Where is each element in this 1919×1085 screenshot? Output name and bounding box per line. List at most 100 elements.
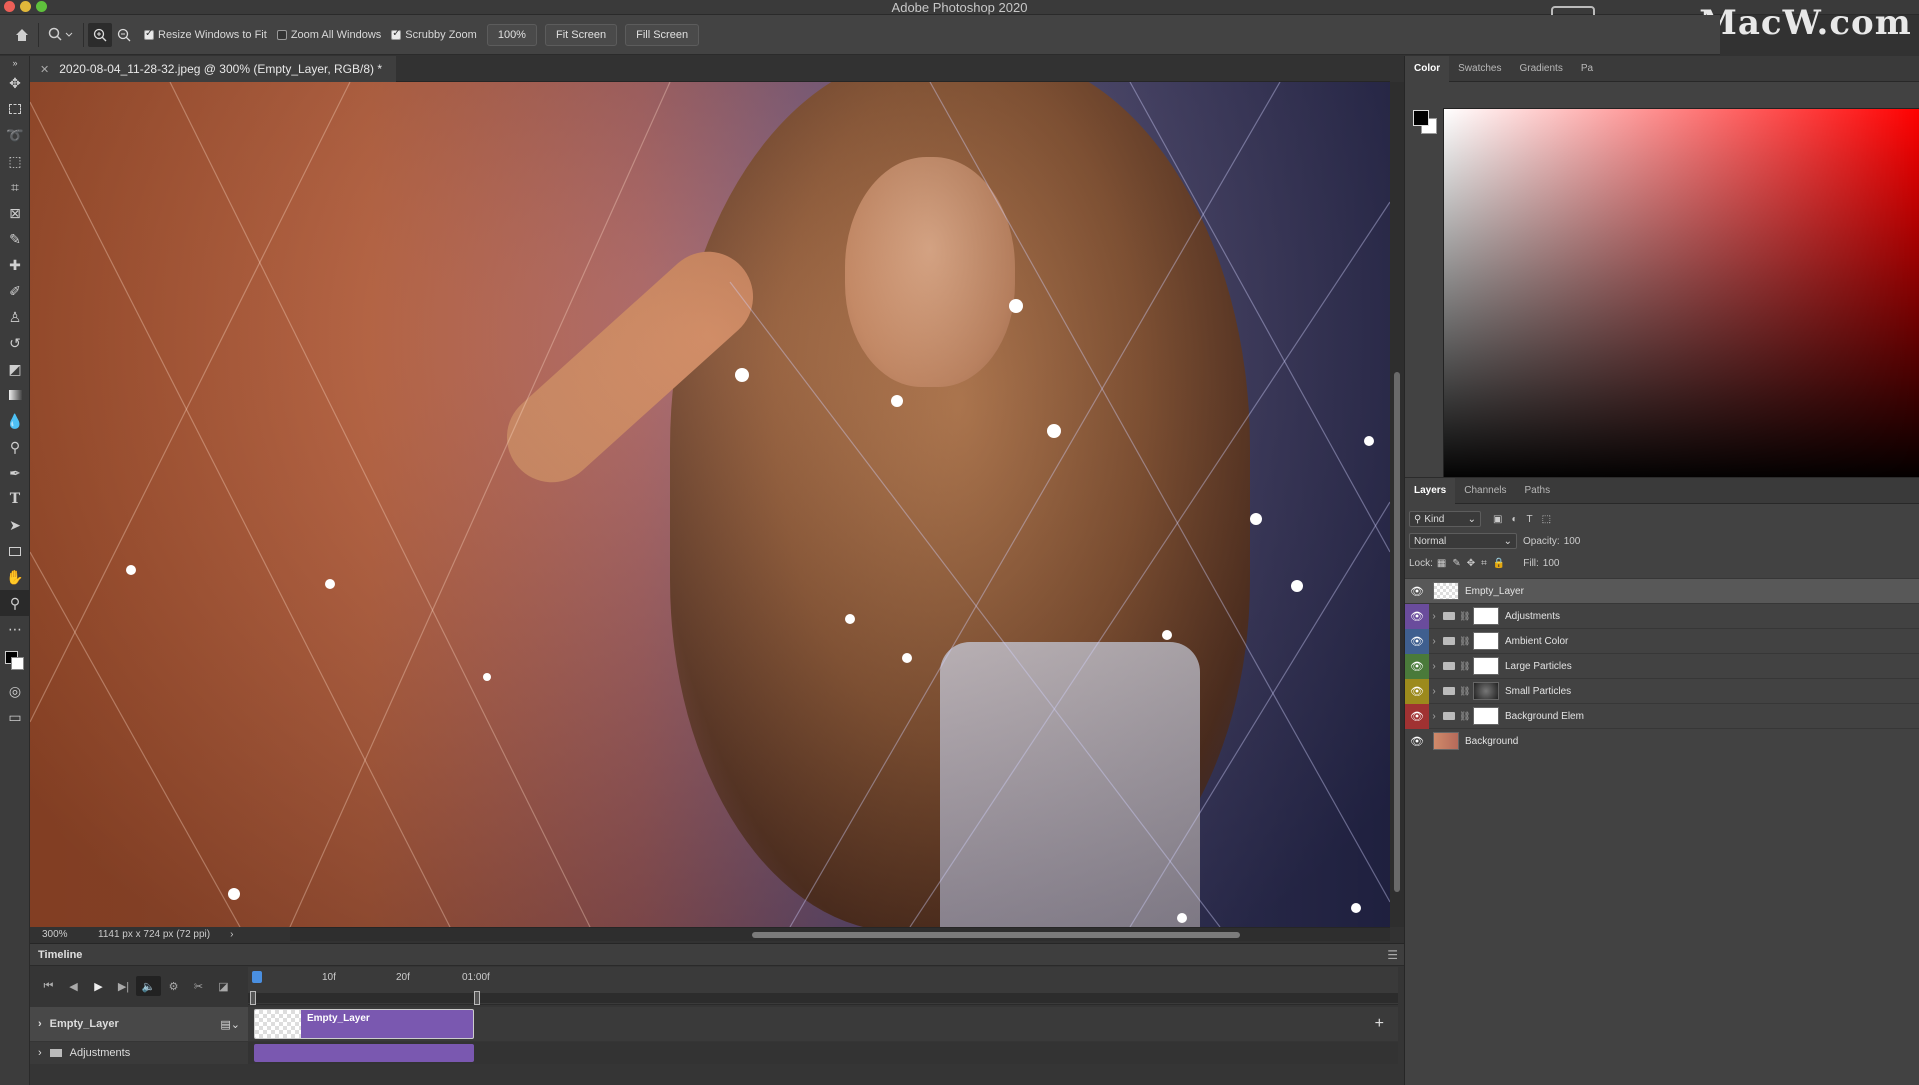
eraser-tool-icon[interactable]: ◩: [0, 356, 30, 382]
scrollbar-thumb[interactable]: [752, 932, 1240, 938]
visibility-eye-icon[interactable]: 👁: [1405, 729, 1429, 754]
lasso-tool-icon[interactable]: ➰: [0, 122, 30, 148]
expand-chevron-icon[interactable]: ›: [38, 1047, 42, 1059]
panel-collapse-icon[interactable]: »: [0, 56, 30, 70]
quick-mask-icon[interactable]: ◎: [0, 678, 30, 704]
dodge-tool-icon[interactable]: ⚲: [0, 434, 30, 460]
expand-chevron-icon[interactable]: ›: [1429, 636, 1439, 647]
home-icon[interactable]: [10, 23, 34, 47]
document-tab[interactable]: ✕ 2020-08-04_11-28-32.jpeg @ 300% (Empty…: [30, 56, 397, 82]
expand-chevron-icon[interactable]: ›: [1429, 686, 1439, 697]
fit-screen-button[interactable]: Fit Screen: [544, 23, 618, 46]
visibility-eye-icon[interactable]: 👁: [1405, 703, 1429, 729]
lock-position-icon[interactable]: ✥: [1467, 558, 1475, 569]
previous-frame-icon[interactable]: ◀: [61, 976, 86, 996]
lock-all-icon[interactable]: 🔒: [1493, 558, 1505, 569]
split-scissors-icon[interactable]: ✂: [186, 976, 211, 996]
tab-layers[interactable]: Layers: [1405, 477, 1456, 504]
add-media-icon[interactable]: +: [1375, 1015, 1384, 1033]
status-menu-arrow-icon[interactable]: ›: [230, 929, 233, 940]
work-area-start-handle[interactable]: [250, 991, 256, 1005]
transition-icon[interactable]: ◪: [211, 976, 236, 996]
tab-color[interactable]: Color: [1405, 55, 1450, 82]
document-canvas[interactable]: [30, 82, 1390, 927]
link-icon[interactable]: ⛓: [1459, 711, 1470, 722]
eyedropper-tool-icon[interactable]: ✎: [0, 226, 30, 252]
crop-tool-icon[interactable]: ⌗: [0, 174, 30, 200]
tab-swatches[interactable]: Swatches: [1449, 56, 1510, 82]
tab-patterns[interactable]: Pa: [1572, 56, 1602, 82]
audio-icon[interactable]: 🔈: [136, 976, 161, 996]
layer-row-adjustments[interactable]: 👁 › ⛓ Adjustments: [1405, 603, 1919, 629]
link-icon[interactable]: ⛓: [1459, 686, 1470, 697]
filter-pixel-icon[interactable]: ▣: [1493, 514, 1502, 525]
expand-chevron-icon[interactable]: ›: [1429, 661, 1439, 672]
brush-tool-icon[interactable]: ✐: [0, 278, 30, 304]
history-brush-tool-icon[interactable]: ↺: [0, 330, 30, 356]
color-swatches-icon[interactable]: [0, 642, 30, 678]
lock-brush-icon[interactable]: ✎: [1452, 558, 1460, 569]
go-to-first-frame-icon[interactable]: ⏮: [36, 976, 61, 996]
lock-transparency-icon[interactable]: ▦: [1437, 558, 1446, 569]
timeline-track-header[interactable]: › Adjustments: [30, 1042, 248, 1064]
layer-row-ambient-color[interactable]: 👁 › ⛓ Ambient Color: [1405, 628, 1919, 654]
layer-row-empty-layer[interactable]: 👁 Empty_Layer: [1405, 578, 1919, 603]
playhead-icon[interactable]: [252, 971, 262, 983]
settings-gear-icon[interactable]: ⚙: [161, 976, 186, 996]
expand-chevron-icon[interactable]: ›: [38, 1018, 42, 1030]
visibility-eye-icon[interactable]: 👁: [1405, 579, 1429, 604]
filter-adjustment-icon[interactable]: ◐: [1511, 514, 1517, 525]
expand-chevron-icon[interactable]: ›: [1429, 611, 1439, 622]
visibility-eye-icon[interactable]: 👁: [1405, 678, 1429, 704]
filter-type-icon[interactable]: T: [1527, 514, 1533, 525]
move-tool-icon[interactable]: ✥: [0, 70, 30, 96]
screen-mode-icon[interactable]: ▭: [0, 704, 30, 730]
link-icon[interactable]: ⛓: [1459, 611, 1470, 622]
zoom-out-icon[interactable]: [112, 23, 136, 47]
frame-tool-icon[interactable]: ⊠: [0, 200, 30, 226]
timeline-clip[interactable]: Empty_Layer: [254, 1009, 474, 1039]
foreground-color-swatch[interactable]: [1413, 110, 1429, 126]
timeline-clip[interactable]: [254, 1044, 474, 1062]
healing-brush-tool-icon[interactable]: ✚: [0, 252, 30, 278]
scrubby-zoom-checkbox[interactable]: Scrubby Zoom: [391, 28, 477, 41]
link-icon[interactable]: ⛓: [1459, 636, 1470, 647]
blur-tool-icon[interactable]: 💧: [0, 408, 30, 434]
filter-shape-icon[interactable]: ⬚: [1542, 514, 1551, 525]
next-frame-icon[interactable]: ▶|: [111, 976, 136, 996]
layer-row-large-particles[interactable]: 👁 › ⛓ Large Particles: [1405, 653, 1919, 679]
timeline-track-header[interactable]: › Empty_Layer ▤⌄: [30, 1007, 248, 1041]
layer-row-small-particles[interactable]: 👁 › ⛓ Small Particles: [1405, 678, 1919, 704]
work-area-bar[interactable]: [248, 993, 1398, 1003]
layer-row-background-elements[interactable]: 👁 › ⛓ Background Elem: [1405, 703, 1919, 729]
opacity-value[interactable]: 100: [1564, 536, 1581, 547]
canvas-vertical-scrollbar[interactable]: [1390, 82, 1404, 927]
visibility-eye-icon[interactable]: 👁: [1405, 653, 1429, 679]
zoom-in-icon[interactable]: [88, 22, 112, 47]
close-tab-icon[interactable]: ✕: [40, 63, 49, 76]
hand-tool-icon[interactable]: ✋: [0, 564, 30, 590]
object-selection-tool-icon[interactable]: ⬚: [0, 148, 30, 174]
zoom-all-windows-checkbox[interactable]: Zoom All Windows: [276, 29, 381, 41]
play-icon[interactable]: ▶: [86, 976, 111, 996]
visibility-eye-icon[interactable]: 👁: [1405, 603, 1429, 629]
scrollbar-thumb[interactable]: [1394, 372, 1400, 892]
lock-artboard-icon[interactable]: ⌗: [1481, 558, 1487, 569]
color-picker-field[interactable]: [1443, 108, 1919, 483]
tab-paths[interactable]: Paths: [1516, 478, 1560, 504]
tab-gradients[interactable]: Gradients: [1510, 56, 1571, 82]
tab-channels[interactable]: Channels: [1455, 478, 1515, 504]
more-tools-icon[interactable]: ⋯: [0, 616, 30, 642]
path-selection-tool-icon[interactable]: ➤: [0, 512, 30, 538]
link-icon[interactable]: ⛓: [1459, 661, 1470, 672]
layer-row-background[interactable]: 👁 Background: [1405, 728, 1919, 753]
gradient-tool-icon[interactable]: [0, 382, 30, 408]
zoom-100-button[interactable]: 100%: [486, 23, 537, 46]
zoom-tool-icon[interactable]: ⚲: [0, 590, 30, 616]
expand-chevron-icon[interactable]: ›: [1429, 711, 1439, 722]
fill-value[interactable]: 100: [1543, 558, 1560, 569]
marquee-tool-icon[interactable]: [0, 96, 30, 122]
timeline-ruler[interactable]: 10f 20f 01:00f: [248, 967, 1398, 1005]
zoom-level[interactable]: 300%: [30, 929, 86, 940]
filter-kind-dropdown[interactable]: ⚲ Kind ⌄: [1409, 511, 1481, 527]
